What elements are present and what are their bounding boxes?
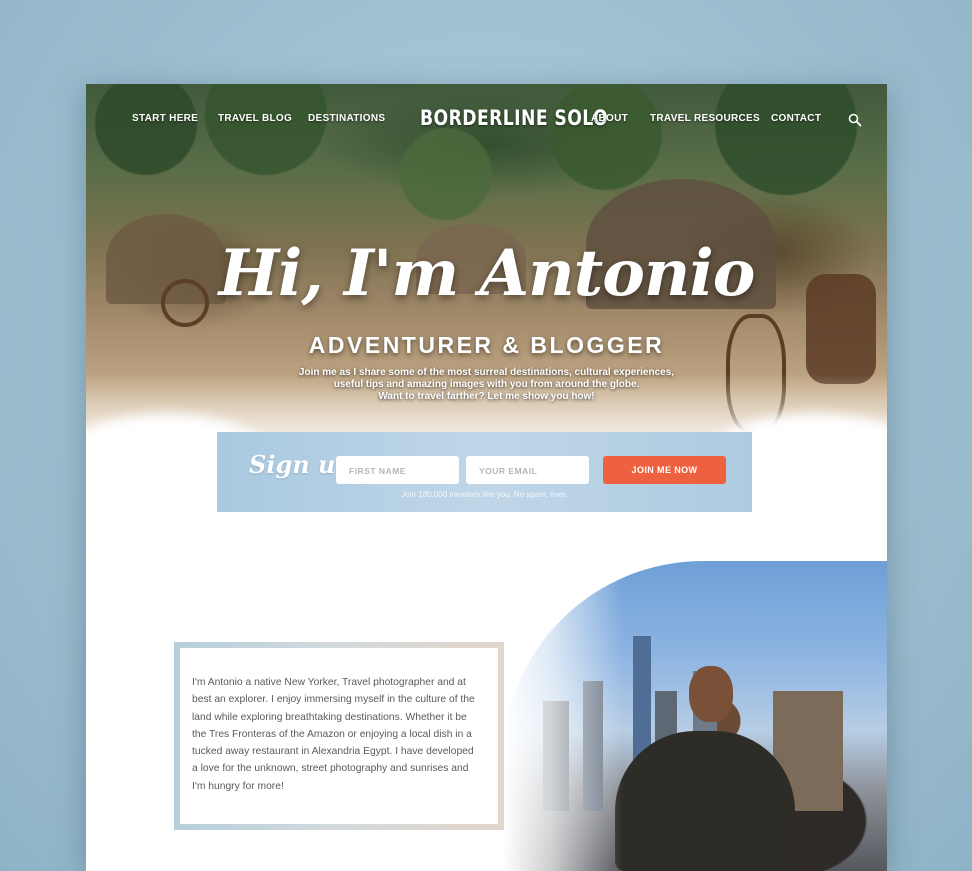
nav-start-here[interactable]: START HERE: [132, 113, 198, 124]
site-logo[interactable]: BORDERLINE SOLO: [420, 106, 608, 130]
signup-form: Sign up FIRST NAME YOUR EMAIL JOIN ME NO…: [217, 432, 752, 512]
about-line: best an explorer. I enjoy immersing myse…: [192, 694, 475, 706]
photo-fade: [503, 561, 623, 871]
about-line: the Tres Fronteras of the Amazon or enjo…: [192, 728, 472, 740]
website-page: START HERE TRAVEL BLOG DESTINATIONS BORD…: [86, 84, 887, 871]
person-image: [615, 731, 795, 871]
nav-destinations[interactable]: DESTINATIONS: [308, 113, 385, 124]
about-line: land while exploring breathtaking destin…: [192, 711, 467, 723]
about-line: tucked away restaurant in Alexandria Egy…: [192, 746, 474, 758]
first-name-input[interactable]: FIRST NAME: [336, 456, 459, 484]
nav-contact[interactable]: CONTACT: [771, 113, 821, 124]
hero-description-line: Want to travel farther? Let me show you …: [378, 391, 595, 402]
nav-about[interactable]: ABOUT: [591, 113, 628, 124]
about-text: I'm Antonio a native New Yorker, Travel …: [192, 674, 482, 795]
search-icon[interactable]: [848, 113, 862, 127]
signup-note: Join 180,000 travelers like you. No spam…: [401, 490, 568, 499]
nav-travel-resources[interactable]: TRAVEL RESOURCES: [650, 113, 760, 124]
join-button[interactable]: JOIN ME NOW: [603, 456, 726, 484]
hero-title: Hi, I'm Antonio: [218, 236, 756, 311]
person-head-image: [689, 666, 733, 722]
about-line: I'm hungry for more!: [192, 780, 284, 792]
email-input[interactable]: YOUR EMAIL: [466, 456, 589, 484]
hero-subtitle: ADVENTURER & BLOGGER: [308, 332, 665, 358]
about-line: I'm Antonio a native New Yorker, Travel …: [192, 677, 466, 688]
hero-description-line: Join me as I share some of the most surr…: [298, 367, 675, 378]
hero-description-line: useful tips and amazing images with you …: [333, 379, 640, 390]
nav-travel-blog[interactable]: TRAVEL BLOG: [218, 113, 292, 124]
about-line: a love for the unknown, street photograp…: [192, 763, 469, 775]
